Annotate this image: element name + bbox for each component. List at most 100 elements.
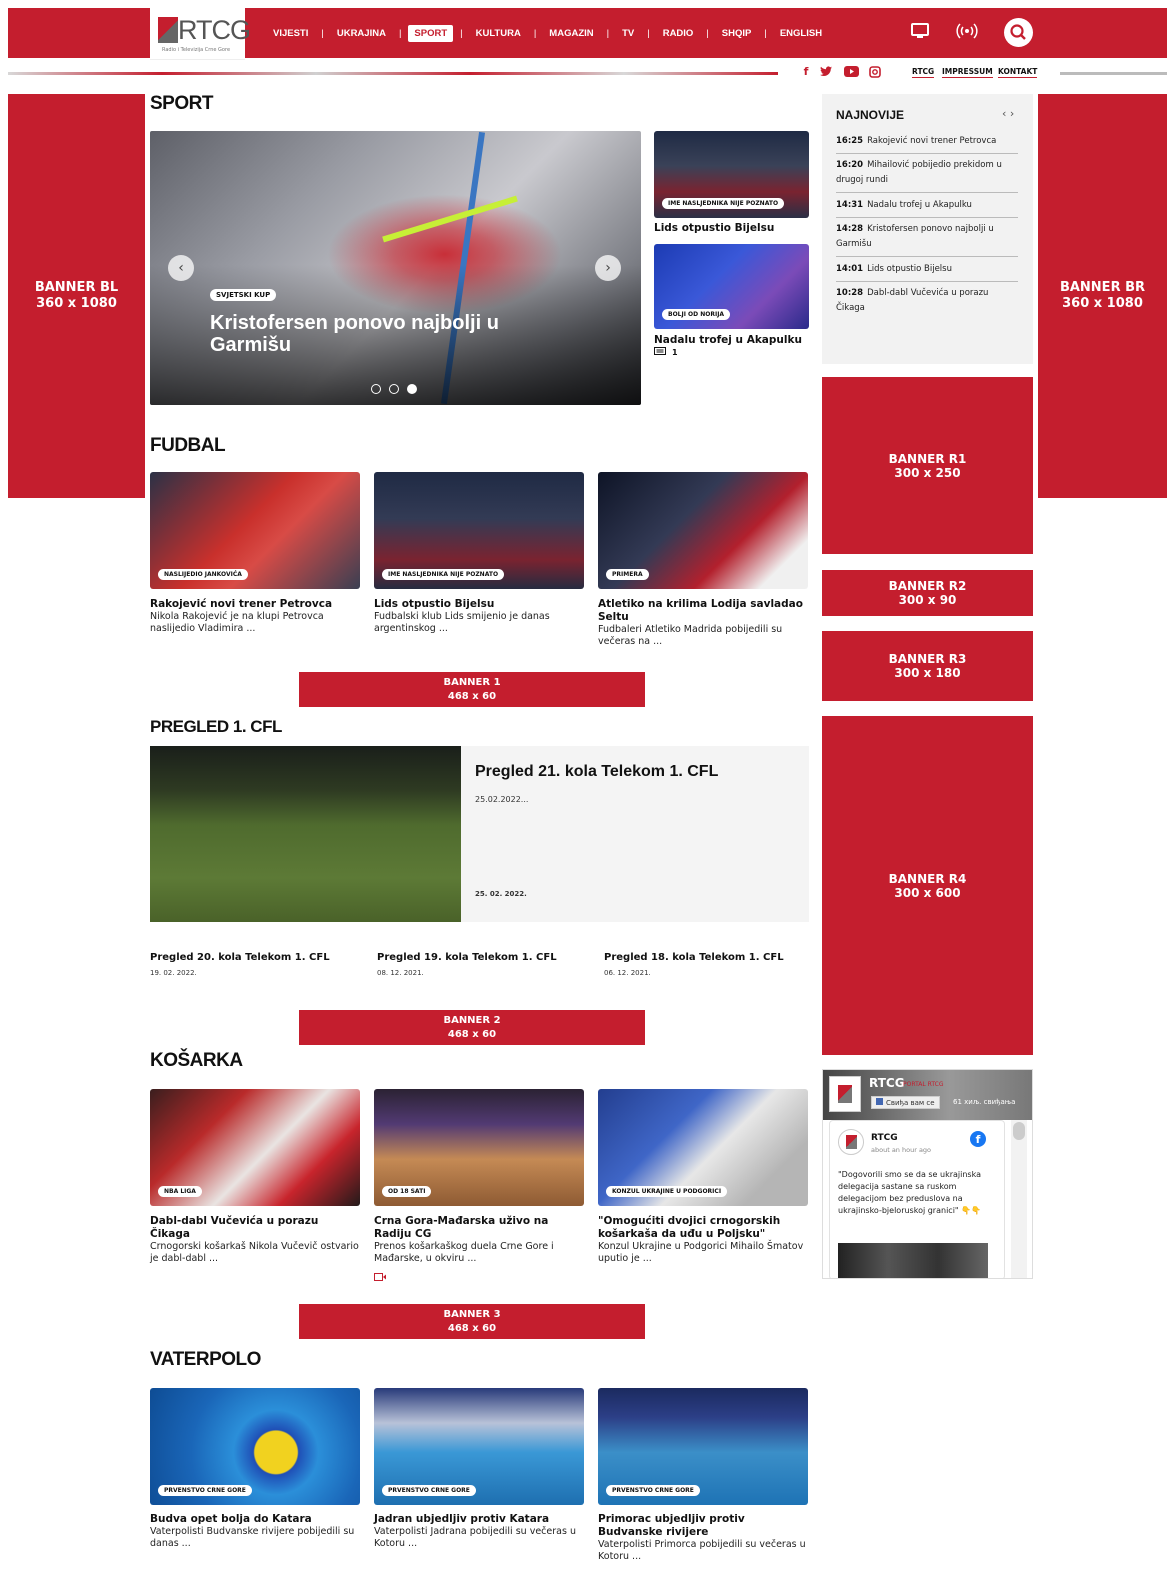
article-tag: PRVENSTVO CRNE GORE [158,1485,252,1496]
article-title[interactable]: Lids otpustio Bijelsu [374,598,584,611]
tv-icon[interactable] [911,23,929,41]
logo-mark-icon [158,17,178,43]
slider-dot-3[interactable] [407,384,417,394]
slider-dot-2[interactable] [389,384,399,394]
radio-broadcast-icon[interactable] [956,23,978,41]
article-tag: PRVENSTVO CRNE GORE [382,1485,476,1496]
slider-prev-button[interactable]: ‹ [168,255,194,281]
fb-post-avatar [838,1129,864,1155]
article-title[interactable]: Rakojević novi trener Petrovca [150,598,360,611]
slider-next-button[interactable]: › [595,255,621,281]
fb-page-name[interactable]: RTCG [869,1076,905,1090]
article-title[interactable]: Pregled 20. kola Telekom 1. CFL [150,951,360,964]
article-tag: OD 18 SATI [382,1186,432,1197]
logo-text: RTCG [178,15,251,45]
article-image[interactable] [150,746,461,922]
fb-post-text: "Dogovorili smo se da se ukrajinska dele… [838,1170,982,1215]
nav-item-tv[interactable]: TV [616,25,640,42]
article-tag: BOLJI OD NORIJA [662,309,731,320]
nav-item-shqip[interactable]: SHQIP [716,25,758,42]
cfl-main-title[interactable]: Pregled 21. kola Telekom 1. CFL [475,763,718,781]
toplink-kontakt[interactable]: KONTAKT [998,67,1038,78]
fb-scrollbar[interactable] [1011,1120,1027,1278]
article-tag: NASLIJEDIO JANKOVIĆA [158,569,248,580]
banner-r2[interactable]: BANNER R2 300 x 90 [822,570,1033,616]
toplink-impressum[interactable]: IMPRESSUM [942,67,993,78]
banner-r4[interactable]: BANNER R4 300 x 600 [822,716,1033,1055]
section-title-vaterpolo: VATERPOLO [150,1349,261,1370]
banner-1[interactable]: BANNER 1 468 x 60 [299,672,645,707]
section-title-sport: SPORT [150,93,213,114]
article-title[interactable]: "Omogućiti dvojici crnogorskih košarkaša… [598,1215,808,1241]
nav-item-kultura[interactable]: KULTURA [470,25,527,42]
facebook-logo-icon: f [970,1131,986,1147]
fb-like-button[interactable]: Свиђа вам се [871,1096,940,1109]
search-icon [1010,24,1026,40]
article-title[interactable]: Pregled 18. kola Telekom 1. CFL [604,951,814,964]
cfl-main-excerpt: 25.02.2022... [475,795,529,804]
latest-item[interactable]: 16:20 Mihailović pobijedio prekidom u dru… [836,158,1018,193]
article-excerpt: Konzul Ukrajine u Podgorici Mihailo Šmat… [598,1241,804,1264]
article-tag: NBA LIGA [158,1186,202,1197]
fb-post-time: about an hour ago [871,1146,932,1154]
article-tag: PRIMERA [606,569,649,580]
article-title[interactable]: Atletiko na krilima Lodija savladao Selt… [598,598,808,624]
instagram-icon[interactable] [869,66,881,78]
fb-page-sub: PORTAL RTCG [903,1081,944,1088]
article-excerpt: Crnogorski košarkaš Nikola Vučevič ostva… [150,1241,359,1264]
latest-news-box: NAJNOVIJE ‹ › 16:25 Rakojević novi trener… [822,94,1033,364]
banner-bl-size: 360 x 1080 [36,296,117,311]
fb-page-logo [829,1076,861,1112]
article-excerpt: Vaterpolisti Primorca pobijedili su veče… [598,1539,806,1562]
toplink-rtcg[interactable]: RTCG [912,67,935,78]
banner-r1[interactable]: BANNER R1 300 x 250 [822,377,1033,554]
rtcg-logo[interactable]: RTCG Radio i Televizija Crne Gore [150,8,251,60]
article-title[interactable]: Lids otpustio Bijelsu [654,222,809,235]
latest-item[interactable]: 16:25 Rakojević novi trener Petrovca [836,134,1018,154]
decorative-strip [8,72,778,75]
latest-item[interactable]: 14:31 Nadalu trofej u Akapulku [836,198,1018,218]
facebook-widget[interactable]: RTCG PORTAL RTCG Свиђа вам се 61 хиљ. св… [822,1069,1033,1279]
nav-item-vijesti[interactable]: VIJESTI [267,25,314,42]
search-button[interactable] [1004,18,1033,47]
article-title[interactable]: Pregled 19. kola Telekom 1. CFL [377,951,587,964]
article-date: 06. 12. 2021. [604,969,651,977]
banner-2[interactable]: BANNER 2 468 x 60 [299,1010,645,1045]
banner-br[interactable]: BANNER BR 360 x 1080 [1038,94,1167,498]
article-excerpt: Vaterpolisti Budvanske rivijere pobijedi… [150,1526,355,1549]
article-title[interactable]: Primorac ubjedljiv protiv Budvanske rivi… [598,1513,808,1539]
latest-item[interactable]: 10:28 Dabl-dabl Vučevića u porazu Čikaga [836,286,1018,320]
article-title[interactable]: Nadalu trofej u Akapulku [654,334,809,347]
article-excerpt: Fudbaleri Atletiko Madrida pobijedili su… [598,624,783,647]
youtube-icon[interactable] [844,66,859,78]
hero-title[interactable]: Kristofersen ponovo najbolji u Garmišu [210,312,530,356]
slider-dot-1[interactable] [371,384,381,394]
comments-count[interactable]: 1 [654,347,678,357]
banner-r3[interactable]: BANNER R3 300 x 180 [822,631,1033,701]
article-excerpt: Vaterpolisti Jadrana pobijedili su večer… [374,1526,576,1549]
hero-tag: SVJETSKI KUP [210,289,277,301]
hero-slider[interactable] [150,131,641,405]
fb-post-author[interactable]: RTCG [871,1133,898,1143]
nav-item-magazin[interactable]: MAGAZIN [543,25,599,42]
banner-br-title: BANNER BR [1059,280,1146,295]
nav-item-ukrajina[interactable]: UKRAJINA [331,25,392,42]
latest-item[interactable]: 14:01 Lids otpustio Bijelsu [836,262,1018,282]
article-date: 08. 12. 2021. [377,969,424,977]
banner-bl[interactable]: BANNER BL 360 x 1080 [8,94,145,498]
facebook-icon[interactable]: f [800,66,812,78]
article-title[interactable]: Dabl-dabl Vučevića u porazu Čikaga [150,1215,360,1241]
latest-item[interactable]: 14:28 Kristofersen ponovo najbolji u Garm… [836,222,1018,257]
article-title[interactable]: Budva opet bolja do Katara [150,1513,360,1526]
banner-3[interactable]: BANNER 3 468 x 60 [299,1304,645,1339]
nav-item-english[interactable]: ENGLISH [774,25,828,42]
nav-item-radio[interactable]: RADIO [657,25,700,42]
twitter-icon[interactable] [820,66,832,78]
nav-item-sport[interactable]: SPORT [408,24,454,42]
article-title[interactable]: Crna Gora-Mađarska uživo na Radiju CG [374,1215,584,1241]
banner-br-size: 360 x 1080 [1062,296,1143,311]
fb-post-image[interactable] [838,1243,988,1278]
latest-nav-arrows[interactable]: ‹ › [1002,107,1014,120]
article-title[interactable]: Jadran ubjedljiv protiv Katara [374,1513,584,1526]
decorative-strip-right [1060,72,1167,75]
